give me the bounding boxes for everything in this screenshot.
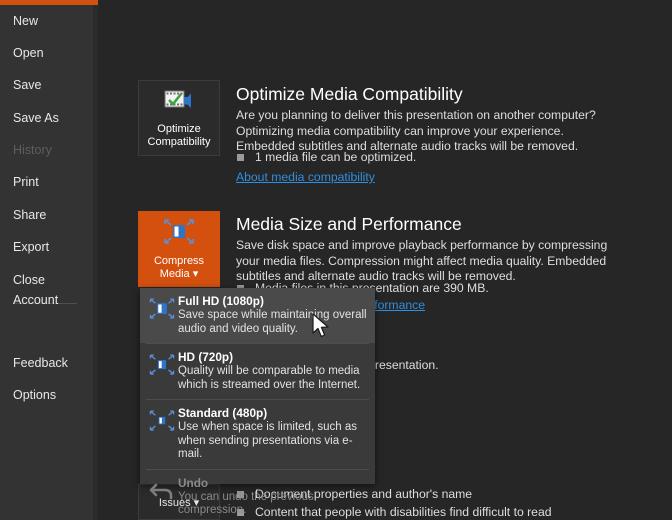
dropdown-item-desc: You can undo the previous compression.: [178, 490, 314, 517]
dropdown-item-desc: Quality will be comparable to media whic…: [178, 365, 361, 391]
compress-button-line2: Media ▾: [159, 267, 199, 280]
dropdown-item-text: HD (720p) Quality will be comparable to …: [178, 350, 367, 392]
undo-arrow-icon: [148, 476, 178, 518]
sidebar-item-print[interactable]: Print: [0, 171, 93, 193]
sidebar-item-history: History: [13, 143, 52, 157]
sidebar-item-options[interactable]: Options: [0, 384, 93, 406]
compress-button-line1: Compress: [153, 254, 205, 267]
dropdown-item-full-hd[interactable]: Full HD (1080p) Save space while maintai…: [140, 288, 375, 343]
sidebar-item-feedback[interactable]: Feedback: [0, 352, 93, 374]
dropdown-item-title: HD (720p): [178, 350, 234, 364]
bullet-square-icon: [237, 154, 244, 161]
dropdown-item-hd[interactable]: HD (720p) Quality will be comparable to …: [140, 344, 375, 399]
optimize-compatibility-bullet: 1 media file can be optimized.: [237, 150, 577, 165]
dropdown-item-title: Standard (480p): [178, 406, 268, 420]
optimize-compatibility-title: Optimize Media Compatibility: [236, 84, 463, 104]
optimize-compatibility-button-label: Optimize Compatibility: [148, 123, 211, 149]
sidebar-item-export[interactable]: Export: [0, 236, 93, 258]
sidebar-item-save[interactable]: Save: [0, 74, 93, 96]
mouse-cursor: [312, 313, 332, 346]
backstage-sidebar: New Open Save Save As History Print Shar…: [0, 0, 98, 520]
media-size-body: Save disk space and improve playback per…: [236, 238, 608, 283]
dropdown-item-desc: Save space while maintaining overall aud…: [178, 309, 367, 335]
sidebar-item-close[interactable]: Close: [0, 269, 93, 291]
about-media-compatibility-link[interactable]: About media compatibility: [236, 170, 375, 184]
compress-media-dropdown-menu: Full HD (1080p) Save space while maintai…: [140, 288, 375, 516]
optimize-compatibility-button[interactable]: Optimize Compatibility: [138, 80, 220, 156]
optimize-button-line1: Optimize: [157, 122, 201, 135]
compress-media-button-label: Compress Media ▾: [154, 255, 204, 281]
sidebar-item-share[interactable]: Share: [0, 204, 93, 226]
sidebar-item-save-as[interactable]: Save As: [0, 107, 93, 129]
powerpoint-backstage-info-screen: New Open Save Save As History Print Shar…: [0, 0, 672, 520]
compress-media-icon: [148, 294, 178, 336]
sidebar-item-new[interactable]: New: [0, 10, 93, 32]
optimize-button-line2: Compatibility: [147, 135, 211, 148]
dropdown-item-undo: Undo You can undo the previous compressi…: [140, 470, 375, 520]
media-size-title: Media Size and Performance: [236, 214, 462, 234]
optimize-compatibility-body: Are you planning to deliver this present…: [236, 108, 596, 153]
optimize-bullet-text: 1 media file can be optimized.: [255, 150, 417, 164]
sidebar-item-account[interactable]: Account: [0, 289, 93, 311]
compress-media-icon: [162, 218, 196, 250]
compress-media-icon: [148, 406, 178, 462]
compress-media-button[interactable]: Compress Media ▾: [138, 211, 220, 287]
dropdown-item-title: Full HD (1080p): [178, 294, 264, 308]
optimize-compatibility-icon: [164, 88, 194, 118]
sidebar-item-open[interactable]: Open: [0, 42, 93, 64]
dropdown-item-standard[interactable]: Standard (480p) Use when space is limite…: [140, 400, 375, 469]
dropdown-item-text: Standard (480p) Use when space is limite…: [178, 406, 367, 462]
dropdown-item-desc: Use when space is limited, such as when …: [178, 421, 357, 460]
dropdown-item-text: Full HD (1080p) Save space while maintai…: [178, 294, 367, 336]
dropdown-item-text: Undo You can undo the previous compressi…: [178, 476, 367, 518]
sidebar-accent-bar: [0, 0, 98, 5]
compress-media-icon: [148, 350, 178, 392]
dropdown-item-title: Undo: [178, 475, 209, 490]
